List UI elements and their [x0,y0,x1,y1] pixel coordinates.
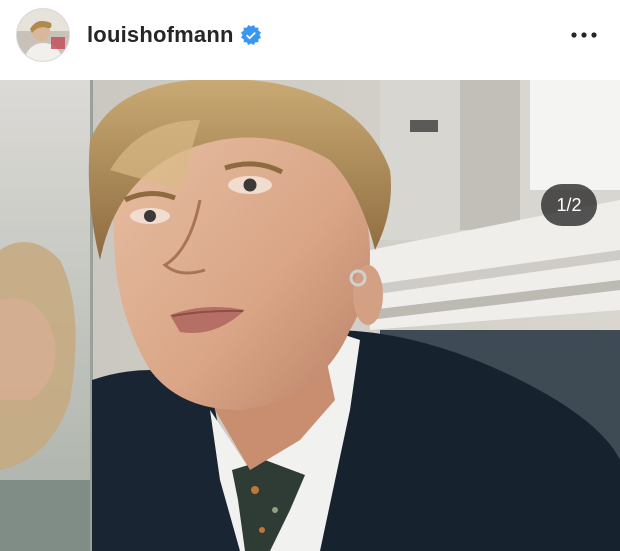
more-horizontal-icon [571,32,597,38]
carousel-counter: 1/2 [541,184,597,226]
post-image [0,80,620,551]
verified-badge-icon [240,25,261,45]
username-row: louishofmann [87,20,261,50]
username-link[interactable]: louishofmann [87,22,234,48]
post-photo[interactable]: 1/2 [0,80,620,551]
profile-avatar[interactable] [17,9,69,61]
post-header: louishofmann [0,0,620,80]
avatar-image [17,9,69,61]
more-options-button[interactable] [567,24,601,46]
